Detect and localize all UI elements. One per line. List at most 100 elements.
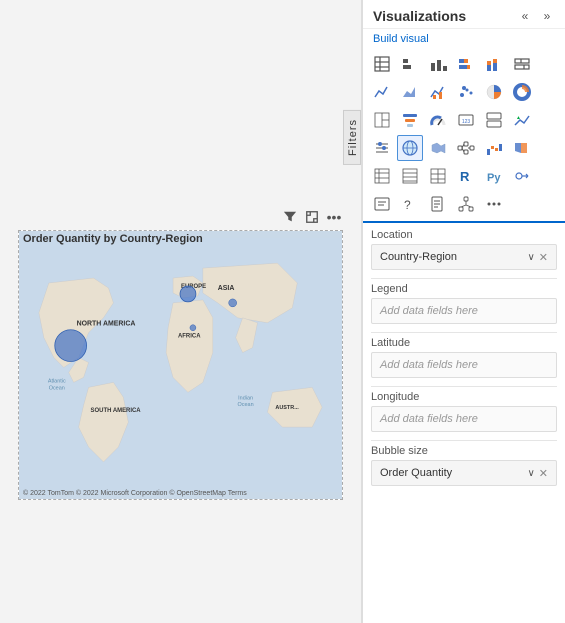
- table3-icon[interactable]: [425, 163, 451, 189]
- location-value-controls: ∨ ✕: [527, 251, 548, 264]
- smart-narrative-icon[interactable]: [369, 191, 395, 217]
- svg-text:▲: ▲: [516, 115, 521, 121]
- icon-row-3: 123 ▲: [369, 107, 559, 133]
- svg-text:Atlantic: Atlantic: [48, 378, 66, 384]
- svg-text:AUSTR...: AUSTR...: [275, 405, 299, 411]
- clustered-column-icon[interactable]: [425, 51, 451, 77]
- legend-section: Legend Add data fields here: [371, 283, 557, 324]
- collapse-panel-icon[interactable]: «: [517, 8, 533, 24]
- python-icon[interactable]: Py: [481, 163, 507, 189]
- location-value-text: Country-Region: [380, 251, 457, 263]
- svg-text:Py: Py: [487, 172, 501, 184]
- location-chevron[interactable]: ∨: [527, 252, 534, 263]
- waterfall-icon[interactable]: [481, 135, 507, 161]
- decomp-tree-icon[interactable]: [453, 135, 479, 161]
- funnel-icon[interactable]: [397, 107, 423, 133]
- longitude-placeholder[interactable]: Add data fields here: [371, 406, 557, 432]
- visual-title: Order Quantity by Country-Region: [23, 233, 203, 245]
- icon-row-5: R Py: [369, 163, 559, 189]
- filters-tab[interactable]: Filters: [343, 110, 361, 165]
- visual-container: ••• Order Quantity by Country-Region: [18, 230, 343, 500]
- location-value[interactable]: Country-Region ∨ ✕: [371, 244, 557, 270]
- bubble-size-value-text: Order Quantity: [380, 467, 452, 479]
- viz-panel: Visualizations « » Build visual: [362, 0, 565, 623]
- bubble-size-section: Bubble size Order Quantity ∨ ✕: [371, 445, 557, 486]
- viz-panel-title: Visualizations: [373, 8, 466, 24]
- svg-text:?: ?: [404, 198, 411, 212]
- table2-icon[interactable]: [397, 163, 423, 189]
- more-options-icon[interactable]: •••: [326, 209, 342, 225]
- viz-header-icons: « »: [517, 8, 555, 24]
- qa-icon[interactable]: ?: [397, 191, 423, 217]
- latitude-section: Latitude Add data fields here: [371, 337, 557, 378]
- svg-text:123: 123: [462, 119, 471, 125]
- divider-1: [371, 278, 557, 279]
- divider-3: [371, 386, 557, 387]
- longitude-section: Longitude Add data fields here: [371, 391, 557, 432]
- scatter-icon[interactable]: [453, 79, 479, 105]
- svg-text:NORTH AMERICA: NORTH AMERICA: [77, 321, 136, 328]
- visual-toolbar: •••: [282, 209, 342, 225]
- bubble-size-value[interactable]: Order Quantity ∨ ✕: [371, 460, 557, 486]
- expand-panel-icon[interactable]: »: [539, 8, 555, 24]
- stacked-bar-icon[interactable]: [453, 51, 479, 77]
- svg-text:AFRICA: AFRICA: [178, 334, 201, 340]
- divider-2: [371, 332, 557, 333]
- table-icon[interactable]: [369, 51, 395, 77]
- bubble-size-chevron[interactable]: ∨: [527, 468, 534, 479]
- location-close[interactable]: ✕: [539, 251, 548, 264]
- svg-text:SOUTH AMERICA: SOUTH AMERICA: [91, 408, 142, 414]
- more-visuals-icon[interactable]: [481, 191, 507, 217]
- stacked-column-icon[interactable]: [481, 51, 507, 77]
- location-section: Location Country-Region ∨ ✕: [371, 229, 557, 270]
- r-visual-icon[interactable]: R: [453, 163, 479, 189]
- donut-icon[interactable]: [509, 79, 535, 105]
- svg-text:ASIA: ASIA: [218, 285, 235, 292]
- bubble-size-close[interactable]: ✕: [539, 467, 548, 480]
- filter-icon[interactable]: [282, 209, 298, 225]
- latitude-label: Latitude: [371, 337, 557, 349]
- area-chart-icon[interactable]: [397, 79, 423, 105]
- viz-header: Visualizations « »: [363, 0, 565, 29]
- map-area[interactable]: NORTH AMERICA SOUTH AMERICA AFRICA ASIA …: [19, 231, 342, 499]
- icon-grid: 123 ▲: [363, 47, 565, 223]
- legend-label: Legend: [371, 283, 557, 295]
- icon-row-1: [369, 51, 559, 77]
- card-icon[interactable]: 123: [453, 107, 479, 133]
- bubble-size-label: Bubble size: [371, 445, 557, 457]
- multi-row-card-icon[interactable]: [481, 107, 507, 133]
- location-label: Location: [371, 229, 557, 241]
- clustered-bar-icon[interactable]: [397, 51, 423, 77]
- icon-row-2: [369, 79, 559, 105]
- 100-stacked-bar-icon[interactable]: [509, 51, 535, 77]
- legend-placeholder[interactable]: Add data fields here: [371, 298, 557, 324]
- svg-text:Indian: Indian: [238, 395, 253, 401]
- filled-map-icon[interactable]: [425, 135, 451, 161]
- decomp2-icon[interactable]: [453, 191, 479, 217]
- pie-chart-icon[interactable]: [481, 79, 507, 105]
- icon-row-4: [369, 135, 559, 161]
- build-visual-tab[interactable]: Build visual: [363, 29, 565, 47]
- line-chart-icon[interactable]: [369, 79, 395, 105]
- slicer-icon[interactable]: [369, 135, 395, 161]
- gauge-icon[interactable]: [425, 107, 451, 133]
- svg-text:Ocean: Ocean: [238, 402, 254, 408]
- field-wells: Location Country-Region ∨ ✕ Legend Add d…: [363, 223, 565, 623]
- canvas-area: Filters ••• Order Quantity by Country-Re…: [0, 0, 362, 623]
- paginated-icon[interactable]: [425, 191, 451, 217]
- line-cluster-icon[interactable]: [425, 79, 451, 105]
- matrix-icon[interactable]: [369, 163, 395, 189]
- svg-text:R: R: [460, 169, 470, 184]
- icon-row-6: ?: [369, 191, 559, 217]
- ribbon-icon[interactable]: [509, 135, 535, 161]
- key-influencers-icon[interactable]: [509, 163, 535, 189]
- divider-4: [371, 440, 557, 441]
- expand-icon[interactable]: [304, 209, 320, 225]
- bubble-size-controls: ∨ ✕: [527, 467, 548, 480]
- latitude-placeholder[interactable]: Add data fields here: [371, 352, 557, 378]
- treemap-icon[interactable]: [369, 107, 395, 133]
- svg-text:Ocean: Ocean: [49, 385, 65, 391]
- kpi-icon[interactable]: ▲: [509, 107, 535, 133]
- longitude-label: Longitude: [371, 391, 557, 403]
- map-icon[interactable]: [397, 135, 423, 161]
